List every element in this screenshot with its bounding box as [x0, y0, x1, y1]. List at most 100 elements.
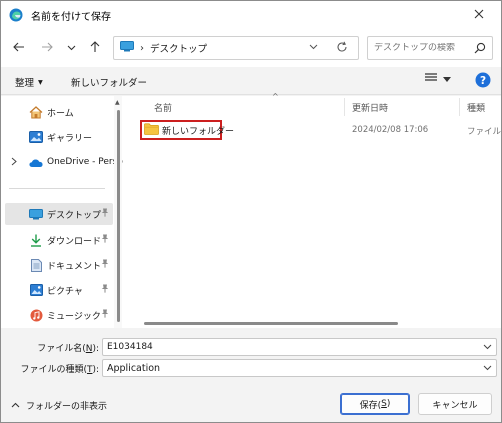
horizontal-scrollbar-thumb[interactable]	[144, 322, 398, 325]
sidebar-item-label: ミュージック	[47, 312, 101, 322]
desktop-icon	[29, 207, 43, 221]
chevron-down-icon[interactable]	[483, 363, 492, 374]
gallery-icon	[29, 130, 43, 144]
arrow-right-icon	[41, 42, 53, 55]
save-button[interactable]: 保存(S)	[340, 393, 410, 415]
arrow-left-icon	[13, 42, 25, 55]
file-name: 新しいフォルダー	[162, 126, 235, 137]
sidebar-item-label: OneDrive - Perso	[47, 157, 123, 167]
search-box[interactable]	[367, 36, 493, 60]
filename-label: ファイル名(N):	[1, 341, 99, 354]
chevron-down-icon	[67, 43, 76, 54]
file-modified: 2024/02/08 17:06	[352, 125, 429, 135]
sidebar-item-gallery[interactable]: ギャラリー	[1, 126, 113, 148]
chevron-up-icon	[11, 401, 20, 411]
list-view-icon	[425, 73, 437, 86]
address-bar[interactable]: › デスクトップ	[113, 36, 359, 60]
chevron-down-icon	[443, 74, 451, 85]
document-icon	[29, 258, 43, 272]
command-bar: 整理 ▾ 新しいフォルダー ?	[1, 67, 501, 95]
cancel-button[interactable]: キャンセル	[418, 393, 492, 415]
view-options-button[interactable]	[425, 73, 451, 86]
file-row[interactable]: 新しいフォルダー 2024/02/08 17:06 ファイル フ	[126, 118, 501, 142]
edge-icon	[9, 8, 23, 22]
folder-icon	[144, 122, 159, 138]
file-list[interactable]: 名前 ^ 更新日時 種類 新しいフォルダー 2024/02/08 17:06 フ	[126, 92, 501, 328]
help-label: ?	[480, 75, 486, 87]
navigation-pane[interactable]: ホーム ギャラリー OneDrive - Perso デスクトップ ダウンロード…	[1, 96, 123, 328]
navigation-bar: › デスクトップ	[1, 29, 501, 67]
onedrive-icon	[29, 156, 43, 170]
column-header-label: 種類	[467, 103, 486, 114]
pin-icon	[101, 309, 109, 321]
sidebar-item-desktop[interactable]: デスクトップ	[5, 203, 113, 225]
filetype-label-end: ):	[92, 365, 99, 375]
sidebar-item-onedrive[interactable]: OneDrive - Perso	[1, 152, 123, 174]
new-folder-button[interactable]: 新しいフォルダー	[71, 75, 147, 89]
sidebar-item-home[interactable]: ホーム	[1, 101, 113, 123]
breadcrumb-desktop[interactable]: デスクトップ	[150, 41, 207, 55]
help-button[interactable]: ?	[475, 72, 491, 91]
up-button[interactable]	[85, 39, 105, 57]
close-button[interactable]	[457, 1, 501, 29]
column-header-type[interactable]: 種類	[467, 96, 501, 118]
sidebar-item-label: ダウンロード	[47, 237, 102, 247]
column-header-label: 更新日時	[352, 103, 389, 114]
sidebar-item-label: ピクチャ	[47, 287, 83, 297]
chevron-down-icon[interactable]	[309, 42, 318, 53]
save-as-dialog: 名前を付けて保存 › デスクトップ デスクトップの検索 整理 ▾ 新しいフォルダ…	[0, 0, 502, 423]
window-title: 名前を付けて保存	[31, 11, 111, 23]
hide-folders-button[interactable]: フォルダーの非表示	[11, 399, 107, 412]
pin-icon	[101, 259, 109, 271]
column-header-label: 名前	[154, 103, 173, 114]
chevron-down-icon: ▾	[38, 76, 43, 88]
pin-icon	[101, 208, 109, 220]
scroll-up-icon[interactable]: ▲	[115, 99, 120, 106]
sidebar-item-documents[interactable]: ドキュメント	[1, 254, 113, 276]
refresh-icon	[336, 41, 348, 56]
file-name-cell[interactable]: 新しいフォルダー	[140, 120, 234, 140]
save-label-end: )	[386, 399, 391, 409]
column-separator[interactable]	[459, 98, 460, 116]
title-bar: 名前を付けて保存	[1, 1, 501, 29]
help-icon: ?	[475, 72, 491, 88]
filetype-label-text: ファイルの種類(	[20, 365, 87, 375]
hide-folders-label: フォルダーの非表示	[26, 402, 108, 412]
new-folder-label: 新しいフォルダー	[71, 78, 148, 89]
sidebar-item-label: ギャラリー	[47, 134, 93, 144]
chevron-down-icon[interactable]	[483, 342, 492, 353]
organize-button[interactable]: 整理 ▾	[15, 75, 43, 90]
column-header-name[interactable]: 名前 ^	[154, 92, 344, 118]
sidebar-item-music[interactable]: ミュージック	[1, 304, 113, 326]
save-label: 保存(	[359, 400, 382, 411]
refresh-button[interactable]	[332, 40, 352, 56]
pin-icon	[101, 284, 109, 296]
sort-ascending-icon: ^	[272, 92, 279, 101]
sidebar-scrollbar-thumb[interactable]	[117, 110, 120, 322]
filetype-select[interactable]: Application	[102, 359, 497, 377]
sidebar-item-label: ホーム	[47, 109, 74, 119]
breadcrumb-separator: ›	[140, 42, 144, 54]
column-header-modified[interactable]: 更新日時	[352, 96, 462, 118]
save-fields: ファイル名(N): ファイルの種類(T): Application	[1, 329, 501, 379]
filename-input[interactable]	[107, 342, 467, 352]
music-icon	[29, 308, 43, 322]
forward-button[interactable]	[37, 39, 57, 57]
filename-label-end: ):	[92, 344, 99, 354]
sidebar-item-pictures[interactable]: ピクチャ	[1, 279, 113, 301]
search-input[interactable]	[374, 43, 470, 53]
close-icon	[474, 9, 484, 22]
filetype-value: Application	[107, 362, 161, 374]
pin-icon	[101, 234, 109, 246]
pictures-icon	[29, 283, 43, 297]
chevron-right-icon[interactable]	[11, 157, 17, 169]
sidebar-item-downloads[interactable]: ダウンロード	[1, 229, 113, 251]
search-icon[interactable]	[474, 42, 486, 57]
column-separator[interactable]	[344, 98, 345, 116]
back-button[interactable]	[9, 39, 29, 57]
arrow-up-icon	[90, 40, 100, 56]
organize-label: 整理	[15, 78, 35, 89]
recent-locations-button[interactable]	[61, 39, 81, 57]
filename-combobox[interactable]	[102, 338, 497, 356]
sidebar-item-label: デスクトップ	[47, 211, 102, 221]
